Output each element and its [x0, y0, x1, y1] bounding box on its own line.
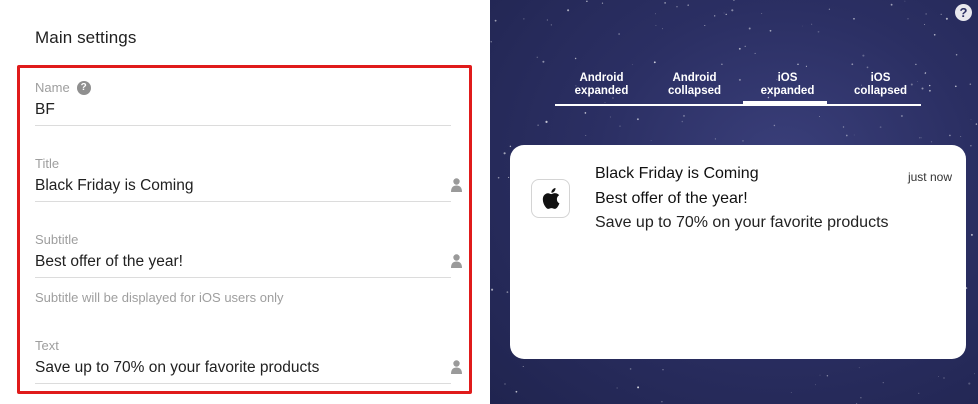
title-label: Title: [35, 156, 60, 171]
notification-text: Save up to 70% on your favorite products: [595, 214, 889, 231]
subtitle-value: Best offer of the year!: [35, 253, 183, 270]
text-value: Save up to 70% on your favorite products: [35, 359, 320, 376]
tab-android-expanded[interactable]: Android expanded: [555, 72, 648, 103]
tab-android-collapsed[interactable]: Android collapsed: [648, 72, 741, 103]
text-field: Text Save up to 70% on your favorite pro…: [35, 338, 462, 384]
title-field: Title Black Friday is Coming: [35, 156, 462, 202]
person-icon[interactable]: [451, 178, 462, 192]
person-icon[interactable]: [451, 360, 462, 374]
tab-ios-expanded[interactable]: iOS expanded: [741, 72, 834, 103]
tabs-underline: [555, 104, 921, 106]
title-value: Black Friday is Coming: [35, 177, 194, 194]
help-icon[interactable]: ?: [955, 4, 972, 21]
notification-time: just now: [907, 170, 952, 184]
person-icon[interactable]: [451, 254, 462, 268]
help-icon[interactable]: ?: [76, 80, 91, 95]
section-title: Main settings: [35, 28, 137, 47]
preview-tabs: Android expanded Android collapsed iOS e…: [555, 72, 927, 103]
name-input[interactable]: BF: [35, 101, 451, 126]
notification-subtitle: Best offer of the year!: [595, 190, 748, 207]
subtitle-hint: Subtitle will be displayed for iOS users…: [35, 290, 284, 305]
subtitle-label: Subtitle: [35, 232, 79, 247]
preview-panel: ? Android expanded Android collapsed iOS…: [490, 0, 978, 404]
notification-preview: Black Friday is Coming Best offer of the…: [510, 145, 966, 359]
subtitle-field: Subtitle Best offer of the year! Subtitl…: [35, 232, 462, 305]
main-settings-panel: Main settings Name ? BF Title Black Frid…: [0, 0, 490, 404]
tab-ios-collapsed[interactable]: iOS collapsed: [834, 72, 927, 103]
subtitle-input[interactable]: Best offer of the year!: [35, 253, 462, 278]
text-label: Text: [35, 338, 59, 353]
text-input[interactable]: Save up to 70% on your favorite products: [35, 359, 462, 384]
apple-icon: [531, 179, 570, 218]
name-label: Name: [35, 80, 70, 95]
title-input[interactable]: Black Friday is Coming: [35, 177, 462, 202]
active-tab-indicator: [743, 101, 827, 105]
name-field: Name ? BF: [35, 80, 451, 126]
notification-title: Black Friday is Coming: [595, 165, 759, 182]
